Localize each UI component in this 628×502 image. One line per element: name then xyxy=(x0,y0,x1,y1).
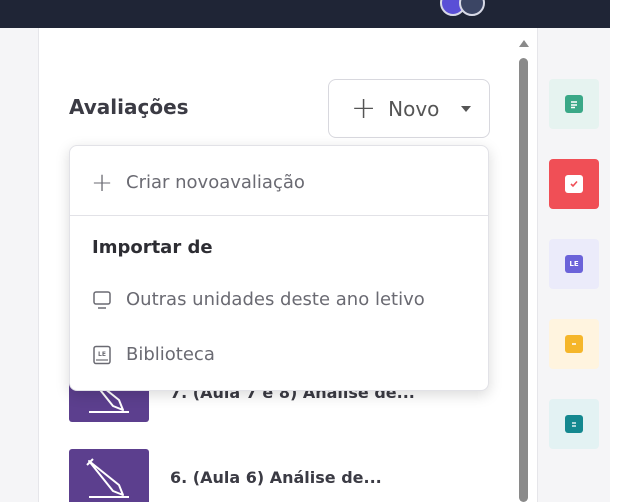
new-button[interactable]: + Novo xyxy=(328,79,490,138)
import-heading: Importar de xyxy=(92,237,213,258)
library-label: Biblioteca xyxy=(126,344,215,365)
other-units-label: Outras unidades deste ano letivo xyxy=(126,289,425,310)
library-icon: LE xyxy=(565,255,583,273)
scrollbar[interactable] xyxy=(517,38,531,502)
top-bar xyxy=(0,0,610,28)
rail-button-list[interactable] xyxy=(549,79,599,129)
plus-icon: + xyxy=(91,167,113,198)
scroll-up-arrow-icon[interactable] xyxy=(519,40,529,47)
scrollbar-thumb[interactable] xyxy=(519,58,528,502)
list-item[interactable]: 6. (Aula 6) Análise de... xyxy=(69,449,469,502)
rail-button-assessments[interactable] xyxy=(549,159,599,209)
list-item-title: 6. (Aula 6) Análise de... xyxy=(170,468,382,487)
clipboard-check-icon xyxy=(565,175,583,193)
avatar[interactable] xyxy=(459,0,485,16)
create-new-label: Criar novoavaliação xyxy=(126,172,305,193)
monitor-icon xyxy=(92,290,112,310)
new-dropdown-menu: + Criar novoavaliação Importar de Outras… xyxy=(69,145,489,391)
create-new-assessment-item[interactable]: + Criar novoavaliação xyxy=(91,167,305,198)
left-gutter xyxy=(0,28,38,502)
clipboard-icon xyxy=(565,415,583,433)
rail-button-library[interactable]: LE xyxy=(549,239,599,289)
new-button-label: Novo xyxy=(388,96,440,121)
caret-down-icon xyxy=(461,105,472,112)
list-icon xyxy=(565,95,583,113)
library-badge: LE xyxy=(98,351,106,358)
pencil-icon xyxy=(69,449,149,502)
right-strip xyxy=(610,0,628,502)
import-library-item[interactable]: LE Biblioteca xyxy=(92,344,215,365)
page-title: Avaliações xyxy=(69,95,189,119)
rail-button-archive[interactable] xyxy=(549,319,599,369)
plus-icon: + xyxy=(351,90,377,126)
rail-button-clipboard[interactable] xyxy=(549,399,599,449)
archive-icon xyxy=(565,335,583,353)
library-icon: LE xyxy=(92,345,112,365)
import-other-units-item[interactable]: Outras unidades deste ano letivo xyxy=(92,289,425,310)
divider xyxy=(70,215,488,216)
